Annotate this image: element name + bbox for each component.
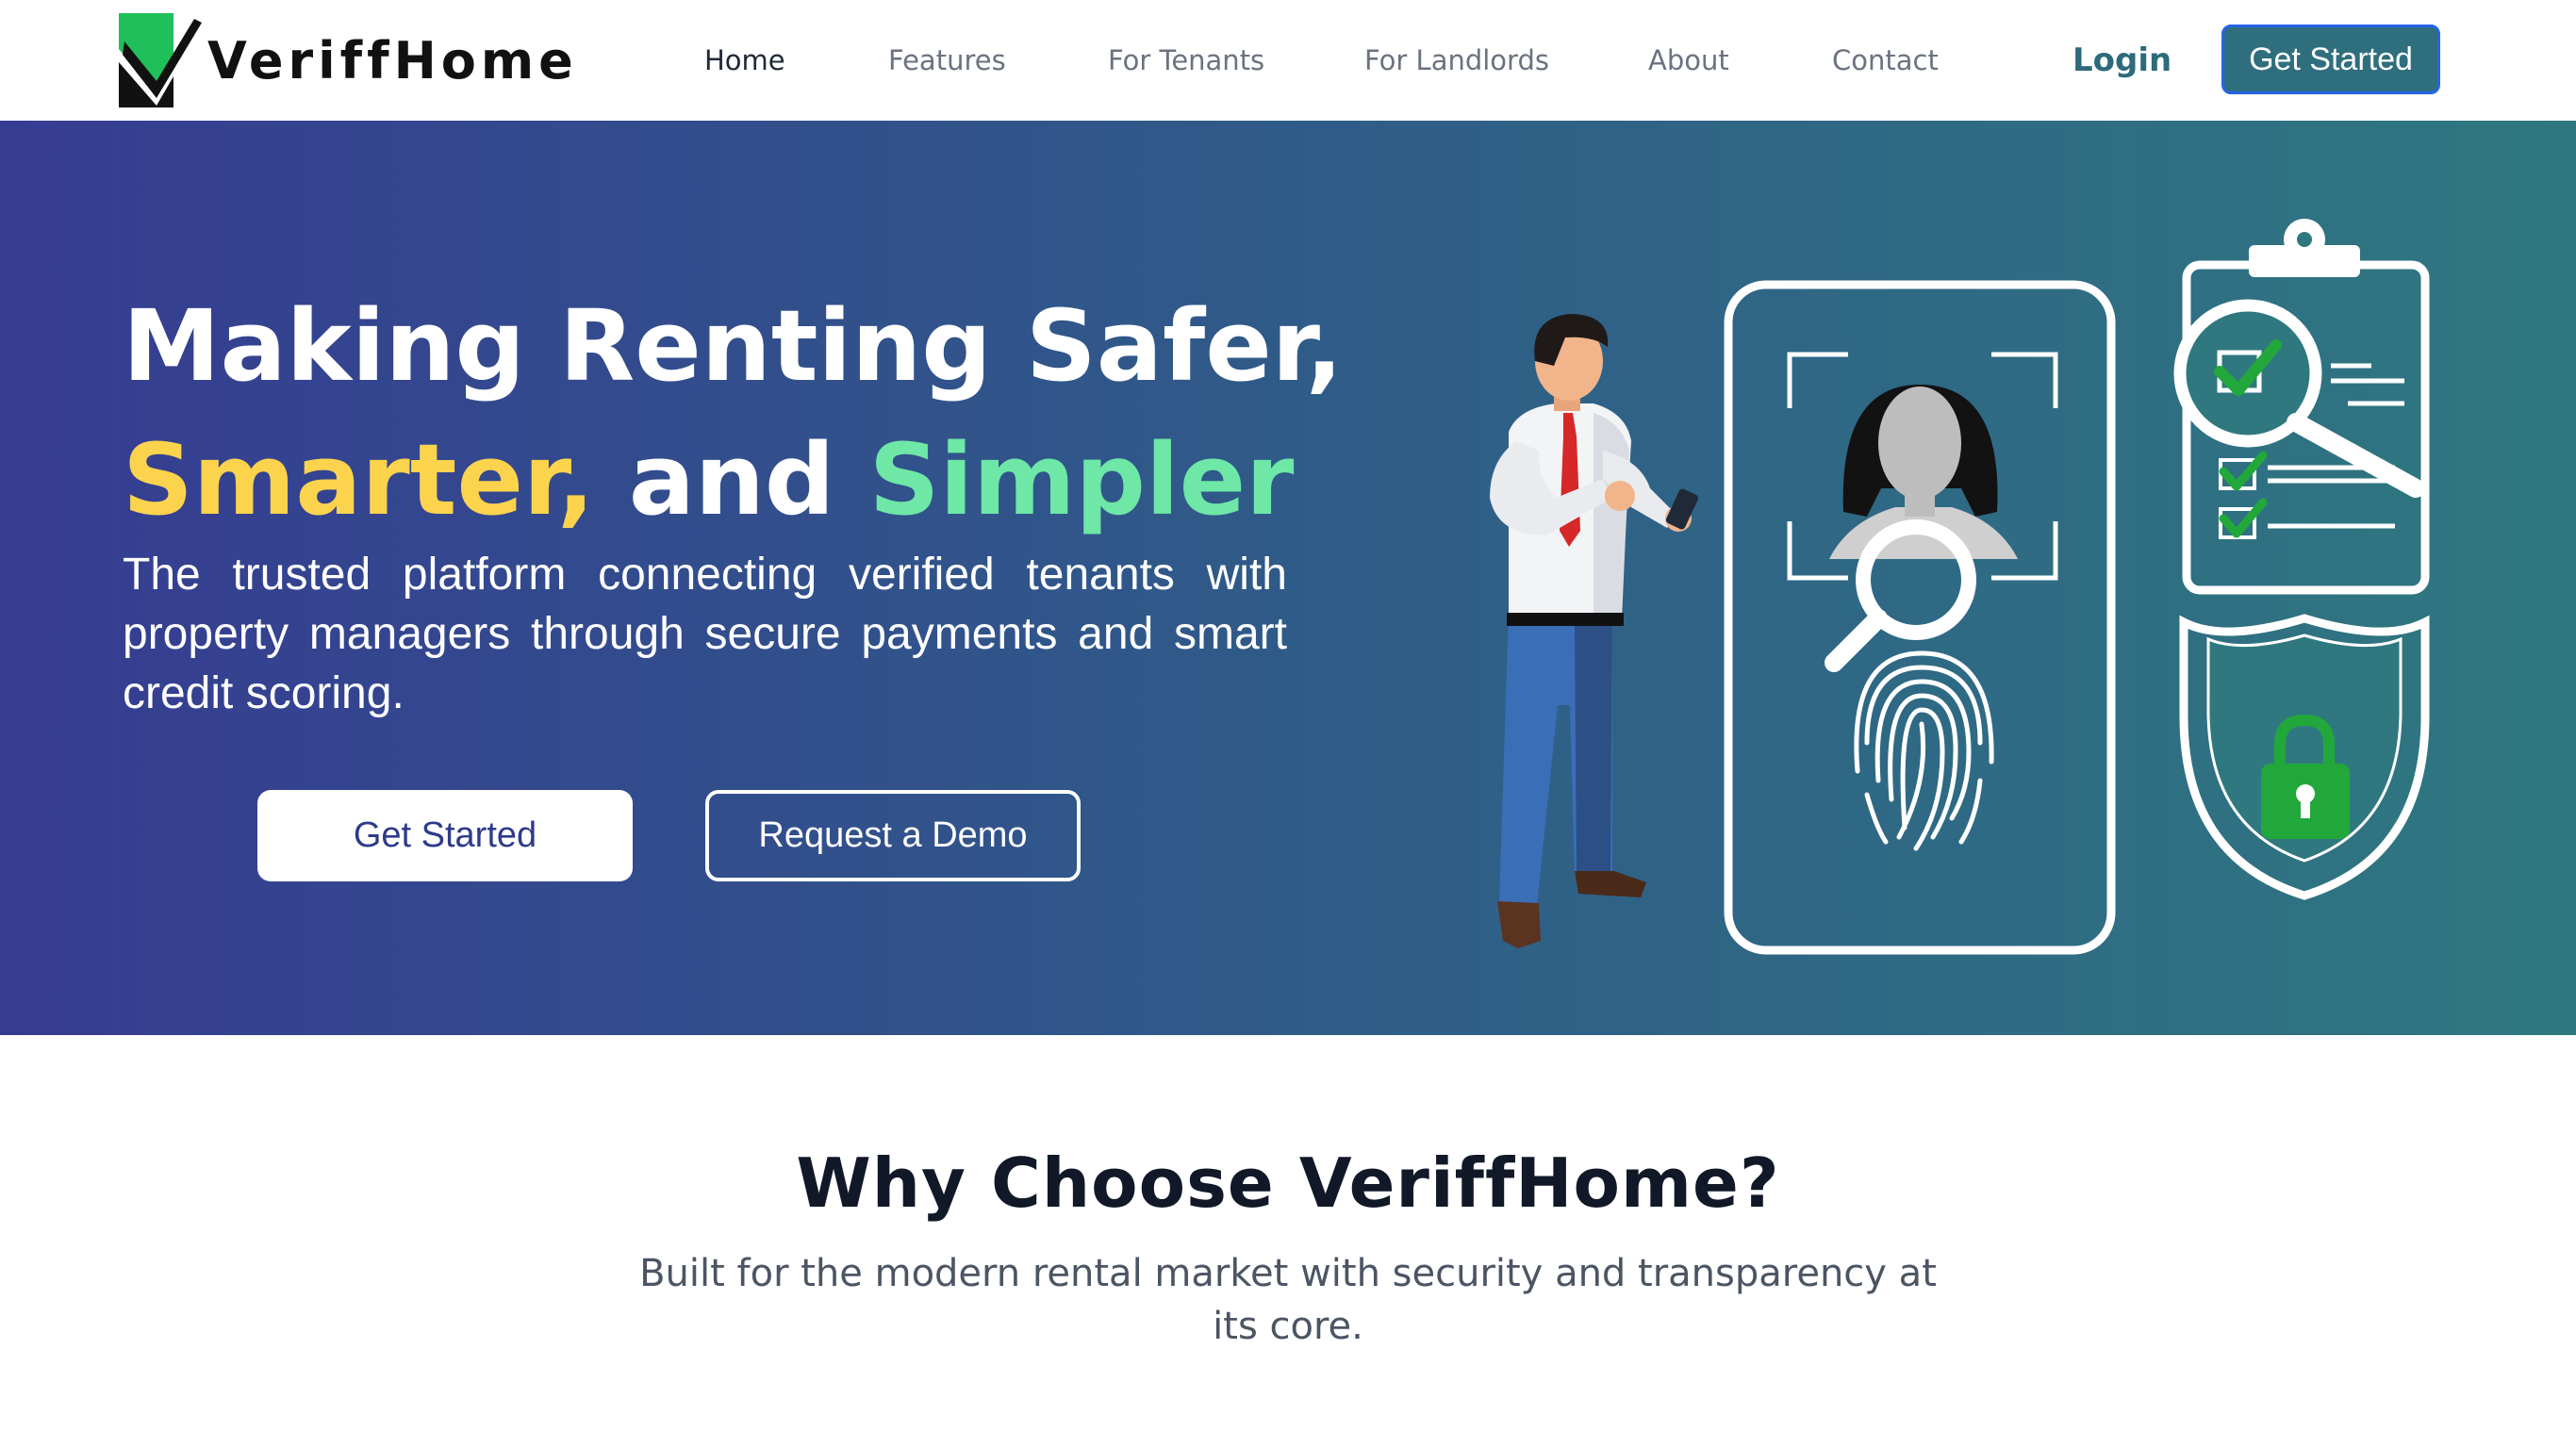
nav-link-for-tenants[interactable]: For Tenants	[1108, 0, 1264, 121]
hero-title-and: and	[594, 422, 869, 537]
hero-title-simpler: Simpler	[868, 422, 1295, 537]
why-choose-section: Why Choose VeriffHome? Built for the mod…	[0, 1035, 2576, 1448]
nav-link-for-landlords[interactable]: For Landlords	[1364, 0, 1549, 121]
hero-title-smarter: Smarter,	[123, 422, 595, 537]
person-illustration	[1490, 314, 1699, 948]
request-demo-button[interactable]: Request a Demo	[705, 790, 1081, 881]
clipboard-icon	[2173, 219, 2430, 595]
checkmark-icon	[2219, 498, 2268, 538]
nav-link-about[interactable]: About	[1648, 0, 1729, 121]
nav-get-started-button[interactable]: Get Started	[2221, 25, 2440, 94]
shield-icon	[2179, 614, 2430, 900]
nav-link-contact[interactable]: Contact	[1832, 0, 1939, 121]
hero-section: Making Renting Safer, Smarter, and Simpl…	[0, 121, 2576, 1035]
id-verification-graphic	[1724, 280, 2116, 955]
nav-link-home[interactable]: Home	[704, 0, 785, 121]
hero-title: Making Renting Safer, Smarter, and Simpl…	[123, 279, 1343, 547]
login-link[interactable]: Login	[2072, 0, 2171, 121]
top-navbar: VeriffHome Home Features For Tenants For…	[0, 0, 2576, 121]
hero-title-line1: Making Renting Safer,	[123, 288, 1344, 403]
hero-subtitle: The trusted platform connecting verified…	[123, 550, 1287, 718]
why-choose-subtitle: Built for the modern rental market with …	[639, 1252, 1937, 1348]
hero-get-started-button[interactable]: Get Started	[257, 790, 633, 881]
why-choose-title: Why Choose VeriffHome?	[796, 1144, 1780, 1223]
fingerprint-icon	[1854, 650, 1994, 851]
main-nav: Home Features For Tenants For Landlords …	[0, 0, 2576, 121]
hero-illustration	[1490, 219, 2430, 955]
nav-link-features[interactable]: Features	[888, 0, 1006, 121]
